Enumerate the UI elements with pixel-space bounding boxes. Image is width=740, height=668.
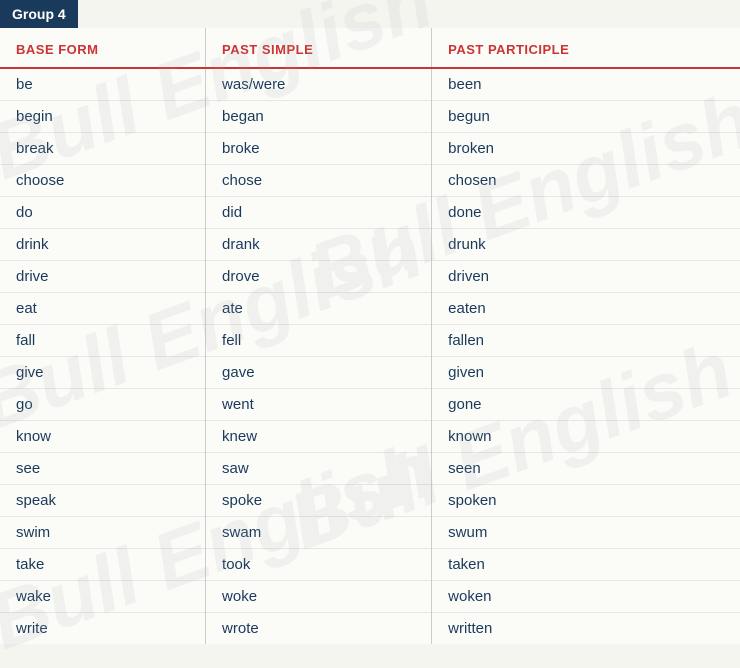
cell-base-form: begin — [0, 101, 206, 133]
cell-past-participle: taken — [432, 549, 740, 581]
header-past-participle: PAST PARTICIPLE — [432, 28, 740, 68]
cell-past-simple: chose — [206, 165, 432, 197]
cell-past-participle: eaten — [432, 293, 740, 325]
table-row: speakspokespoken — [0, 485, 740, 517]
cell-base-form: give — [0, 357, 206, 389]
cell-past-simple: drank — [206, 229, 432, 261]
cell-base-form: do — [0, 197, 206, 229]
cell-past-participle: driven — [432, 261, 740, 293]
cell-past-simple: went — [206, 389, 432, 421]
cell-base-form: go — [0, 389, 206, 421]
cell-base-form: choose — [0, 165, 206, 197]
cell-past-simple: was/were — [206, 68, 432, 101]
table-row: drivedrovedriven — [0, 261, 740, 293]
irregular-verbs-table: BASE FORM PAST SIMPLE PAST PARTICIPLE be… — [0, 28, 740, 644]
cell-past-participle: fallen — [432, 325, 740, 357]
cell-base-form: take — [0, 549, 206, 581]
cell-past-simple: woke — [206, 581, 432, 613]
cell-past-participle: done — [432, 197, 740, 229]
cell-base-form: break — [0, 133, 206, 165]
cell-base-form: write — [0, 613, 206, 645]
table-body: bewas/werebeenbeginbeganbegunbreakbrokeb… — [0, 68, 740, 644]
cell-past-participle: spoken — [432, 485, 740, 517]
cell-past-simple: saw — [206, 453, 432, 485]
table-wrapper: BASE FORM PAST SIMPLE PAST PARTICIPLE be… — [0, 28, 740, 644]
table-row: choosechosechosen — [0, 165, 740, 197]
cell-past-participle: broken — [432, 133, 740, 165]
cell-past-simple: broke — [206, 133, 432, 165]
cell-past-simple: ate — [206, 293, 432, 325]
table-row: dodiddone — [0, 197, 740, 229]
table-row: knowknewknown — [0, 421, 740, 453]
cell-past-participle: given — [432, 357, 740, 389]
cell-base-form: see — [0, 453, 206, 485]
cell-past-participle: known — [432, 421, 740, 453]
cell-past-participle: begun — [432, 101, 740, 133]
header-base-form: BASE FORM — [0, 28, 206, 68]
group-header: Group 4 — [0, 0, 78, 28]
cell-base-form: drive — [0, 261, 206, 293]
table-row: fallfellfallen — [0, 325, 740, 357]
table-row: bewas/werebeen — [0, 68, 740, 101]
table-row: givegavegiven — [0, 357, 740, 389]
cell-past-participle: written — [432, 613, 740, 645]
cell-base-form: speak — [0, 485, 206, 517]
cell-base-form: eat — [0, 293, 206, 325]
table-row: swimswamswum — [0, 517, 740, 549]
cell-past-simple: wrote — [206, 613, 432, 645]
table-row: drinkdrankdrunk — [0, 229, 740, 261]
cell-past-simple: drove — [206, 261, 432, 293]
table-row: taketooktaken — [0, 549, 740, 581]
cell-base-form: know — [0, 421, 206, 453]
table-row: writewrotewritten — [0, 613, 740, 645]
cell-past-participle: been — [432, 68, 740, 101]
cell-past-simple: knew — [206, 421, 432, 453]
table-row: beginbeganbegun — [0, 101, 740, 133]
cell-past-simple: gave — [206, 357, 432, 389]
cell-base-form: be — [0, 68, 206, 101]
table-row: wakewokewoken — [0, 581, 740, 613]
cell-past-participle: drunk — [432, 229, 740, 261]
cell-past-participle: seen — [432, 453, 740, 485]
table-row: seesawseen — [0, 453, 740, 485]
cell-base-form: fall — [0, 325, 206, 357]
table-header-row: BASE FORM PAST SIMPLE PAST PARTICIPLE — [0, 28, 740, 68]
table-row: gowentgone — [0, 389, 740, 421]
table-row: breakbrokebroken — [0, 133, 740, 165]
cell-base-form: wake — [0, 581, 206, 613]
cell-past-simple: took — [206, 549, 432, 581]
table-row: eatateeaten — [0, 293, 740, 325]
cell-past-participle: chosen — [432, 165, 740, 197]
cell-base-form: drink — [0, 229, 206, 261]
cell-base-form: swim — [0, 517, 206, 549]
cell-past-simple: began — [206, 101, 432, 133]
page-container: Bull English Bull English Bull English B… — [0, 0, 740, 644]
cell-past-participle: swum — [432, 517, 740, 549]
header-past-simple: PAST SIMPLE — [206, 28, 432, 68]
cell-past-simple: fell — [206, 325, 432, 357]
cell-past-participle: woken — [432, 581, 740, 613]
cell-past-simple: swam — [206, 517, 432, 549]
cell-past-simple: did — [206, 197, 432, 229]
cell-past-participle: gone — [432, 389, 740, 421]
cell-past-simple: spoke — [206, 485, 432, 517]
